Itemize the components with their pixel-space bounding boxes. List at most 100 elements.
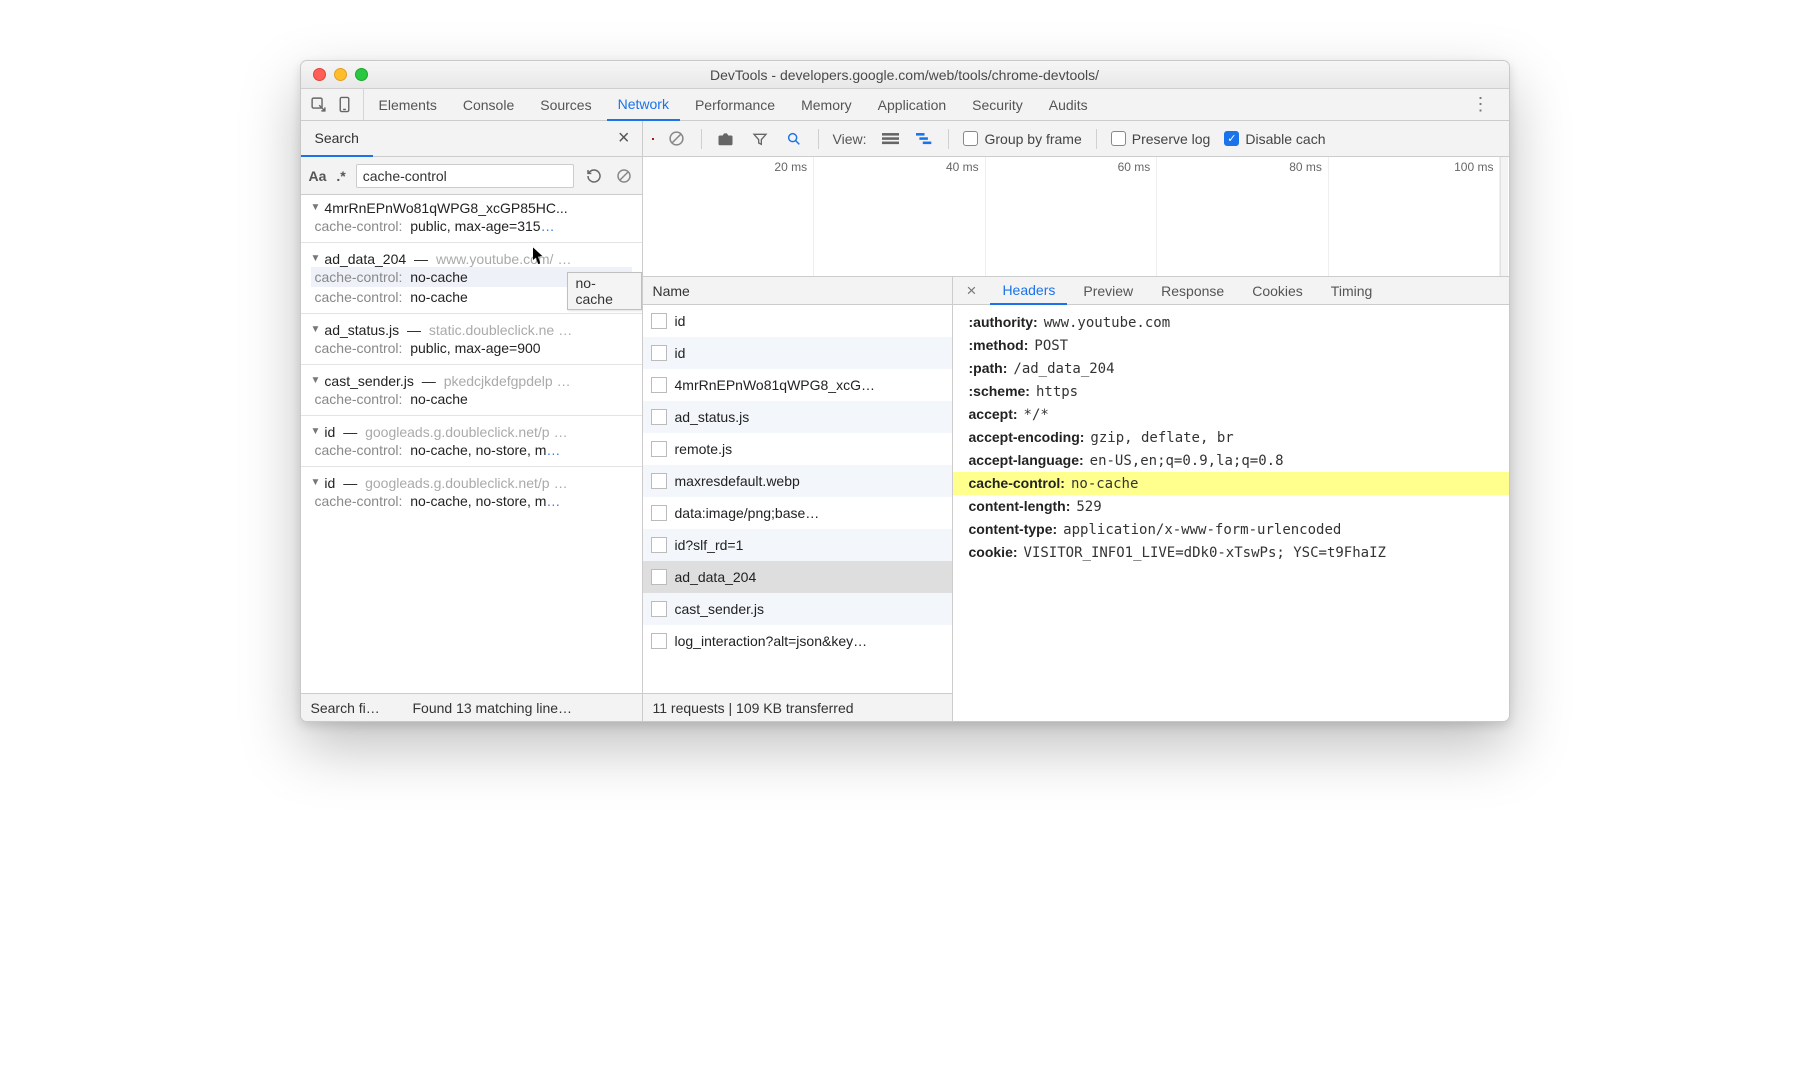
request-list: Name id id 4mrRnEPnWo81qWPG8_xcG… ad_status… xyxy=(643,277,953,721)
more-menu-icon[interactable]: ⋮ xyxy=(1462,89,1501,120)
network-timeline[interactable]: 20 ms 40 ms 60 ms 80 ms 100 ms xyxy=(643,157,1509,277)
request-name: id xyxy=(675,345,686,361)
detail-tab-headers[interactable]: Headers xyxy=(990,277,1067,305)
file-icon xyxy=(651,345,667,361)
timeline-tick: 40 ms xyxy=(946,160,979,174)
tab-security[interactable]: Security xyxy=(961,89,1034,120)
network-toolbar: View: Group by frame Preserve log ✓Disab… xyxy=(643,121,1509,157)
header-row: accept-encoding:gzip, deflate, br xyxy=(969,426,1493,449)
close-detail-icon[interactable]: × xyxy=(957,277,987,304)
view-label: View: xyxy=(833,131,867,147)
search-result-file[interactable]: ▼ad_status.js — static.doubleclick.ne… xyxy=(311,322,632,338)
request-name: id?slf_rd=1 xyxy=(675,537,744,553)
search-result-line[interactable]: cache-control: public, max-age=315… xyxy=(311,216,632,236)
window-maximize-button[interactable] xyxy=(355,68,368,81)
request-row[interactable]: ad_data_204 xyxy=(643,561,952,593)
capture-screenshot-icon[interactable] xyxy=(716,129,736,149)
file-icon xyxy=(651,377,667,393)
file-icon xyxy=(651,601,667,617)
headers-view[interactable]: :authority:www.youtube.com:method:POST:p… xyxy=(953,305,1509,721)
file-icon xyxy=(651,505,667,521)
request-row[interactable]: 4mrRnEPnWo81qWPG8_xcG… xyxy=(643,369,952,401)
detail-tab-timing[interactable]: Timing xyxy=(1319,277,1385,304)
search-result-file[interactable]: ▼id — googleads.g.doubleclick.net/p… xyxy=(311,475,632,491)
header-row: content-type:application/x-www-form-urle… xyxy=(969,518,1493,541)
request-row[interactable]: ad_status.js xyxy=(643,401,952,433)
refresh-icon[interactable] xyxy=(584,166,604,186)
clear-log-icon[interactable] xyxy=(667,129,687,149)
header-row: accept-language:en-US,en;q=0.9,la;q=0.8 xyxy=(969,449,1493,472)
search-result-line[interactable]: cache-control: no-cache xyxy=(311,389,632,409)
disable-cache-checkbox[interactable]: ✓Disable cach xyxy=(1224,131,1325,147)
view-waterfall-icon[interactable] xyxy=(914,129,934,149)
request-detail: × Headers Preview Response Cookies Timin… xyxy=(953,277,1509,721)
request-name: data:image/png;base… xyxy=(675,505,820,521)
timeline-tick: 20 ms xyxy=(774,160,807,174)
file-icon xyxy=(651,633,667,649)
tab-audits[interactable]: Audits xyxy=(1038,89,1099,120)
request-name: log_interaction?alt=json&key… xyxy=(675,633,868,649)
window-close-button[interactable] xyxy=(313,68,326,81)
request-name: cast_sender.js xyxy=(675,601,765,617)
header-row: :authority:www.youtube.com xyxy=(969,311,1493,334)
search-tab[interactable]: Search xyxy=(301,121,373,157)
search-result-line[interactable]: cache-control: public, max-age=900 xyxy=(311,338,632,358)
request-name: remote.js xyxy=(675,441,733,457)
view-list-icon[interactable] xyxy=(880,129,900,149)
request-row[interactable]: data:image/png;base… xyxy=(643,497,952,529)
tab-elements[interactable]: Elements xyxy=(368,89,448,120)
close-icon[interactable]: × xyxy=(606,121,642,156)
clear-icon[interactable] xyxy=(614,166,634,186)
request-row[interactable]: remote.js xyxy=(643,433,952,465)
request-row[interactable]: maxresdefault.webp xyxy=(643,465,952,497)
file-icon xyxy=(651,537,667,553)
tab-memory[interactable]: Memory xyxy=(790,89,863,120)
window-minimize-button[interactable] xyxy=(334,68,347,81)
search-result-file[interactable]: ▼cast_sender.js — pkedcjkdefgpdelp… xyxy=(311,373,632,389)
detail-tab-response[interactable]: Response xyxy=(1149,277,1236,304)
detail-tab-preview[interactable]: Preview xyxy=(1071,277,1145,304)
request-name: 4mrRnEPnWo81qWPG8_xcG… xyxy=(675,377,875,393)
header-row: :path:/ad_data_204 xyxy=(969,357,1493,380)
search-result-file[interactable]: ▼ad_data_204 — www.youtube.com/… xyxy=(311,251,632,267)
request-list-header[interactable]: Name xyxy=(643,277,952,305)
search-input[interactable] xyxy=(356,164,574,188)
search-footer-left: Search fi… xyxy=(311,700,401,716)
header-row: content-length:529 xyxy=(969,495,1493,518)
search-result-line[interactable]: cache-control: no-cache, no-store, m… xyxy=(311,491,632,511)
preserve-log-checkbox[interactable]: Preserve log xyxy=(1111,131,1211,147)
tab-application[interactable]: Application xyxy=(867,89,958,120)
header-row: :method:POST xyxy=(969,334,1493,357)
request-row[interactable]: id?slf_rd=1 xyxy=(643,529,952,561)
request-row[interactable]: id xyxy=(643,337,952,369)
request-row[interactable]: cast_sender.js xyxy=(643,593,952,625)
timeline-tick: 100 ms xyxy=(1454,160,1493,174)
regex-toggle[interactable]: .* xyxy=(336,168,345,184)
inspect-element-icon[interactable] xyxy=(309,95,329,115)
group-by-frame-checkbox[interactable]: Group by frame xyxy=(963,131,1081,147)
request-name: maxresdefault.webp xyxy=(675,473,800,489)
request-row[interactable]: log_interaction?alt=json&key… xyxy=(643,625,952,657)
devtools-window: DevTools - developers.google.com/web/too… xyxy=(300,60,1510,722)
search-result-line[interactable]: cache-control: no-cache, no-store, m… xyxy=(311,440,632,460)
file-icon xyxy=(651,569,667,585)
window-title: DevTools - developers.google.com/web/too… xyxy=(301,67,1509,83)
search-result-file[interactable]: ▼4mrRnEPnWo81qWPG8_xcGP85HC... xyxy=(311,200,632,216)
request-name: id xyxy=(675,313,686,329)
search-result-file[interactable]: ▼id — googleads.g.doubleclick.net/p… xyxy=(311,424,632,440)
search-footer-right: Found 13 matching line… xyxy=(413,700,573,716)
tab-performance[interactable]: Performance xyxy=(684,89,786,120)
tab-sources[interactable]: Sources xyxy=(529,89,602,120)
header-row: cookie:VISITOR_INFO1_LIVE=dDk0-xTswPs; Y… xyxy=(969,541,1493,564)
tab-network[interactable]: Network xyxy=(607,89,680,121)
tab-console[interactable]: Console xyxy=(452,89,525,120)
toggle-device-icon[interactable] xyxy=(335,95,355,115)
search-panel: Search × Aa .* ▼4mrRnEPnWo81qWPG8_xcGP85… xyxy=(301,121,643,721)
search-icon[interactable] xyxy=(784,129,804,149)
request-name: ad_data_204 xyxy=(675,569,757,585)
filter-icon[interactable] xyxy=(750,129,770,149)
detail-tab-cookies[interactable]: Cookies xyxy=(1240,277,1315,304)
request-row[interactable]: id xyxy=(643,305,952,337)
match-case-toggle[interactable]: Aa xyxy=(309,168,327,184)
file-icon xyxy=(651,313,667,329)
